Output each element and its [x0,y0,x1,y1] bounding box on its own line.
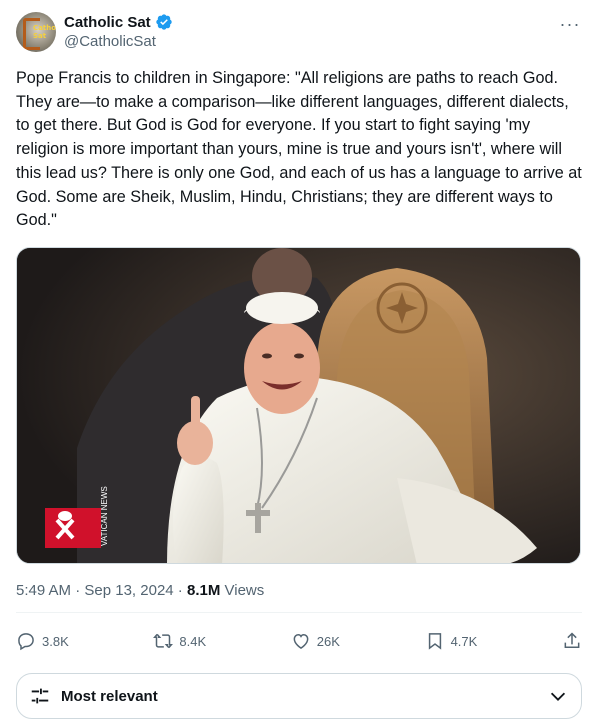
pope-photo: VATICAN NEWS [17,248,580,563]
author-handle[interactable]: @CatholicSat [64,33,156,50]
chevron-down-icon [550,692,566,701]
reply-sort-selector[interactable]: Most relevant [16,673,582,719]
more-options-icon[interactable]: ··· [558,12,582,36]
divider-top [16,612,582,613]
sliders-icon [31,688,49,704]
tweet-date[interactable]: Sep 13, 2024 [84,582,173,599]
heart-icon [293,633,309,649]
tweet-time[interactable]: 5:49 AM [16,582,71,599]
avatar[interactable]: Catholic Sat [16,12,56,52]
repost-button[interactable]: 8.4K [153,631,206,651]
author-display-name[interactable]: Catholic Sat [64,14,151,31]
verified-badge-icon[interactable] [155,13,173,31]
tweet-header: Catholic Sat Catholic Sat @CatholicSat ·… [16,10,582,54]
vatican-news-watermark: VATICAN NEWS [100,486,109,546]
reply-button[interactable]: 3.8K [16,631,69,651]
like-button[interactable]: 26K [291,631,340,651]
avatar-logo-text: Catholic Sat [33,24,56,40]
share-button[interactable] [562,631,582,651]
author-name-row: Catholic Sat [64,13,173,31]
repost-icon [153,633,174,649]
repost-count: 8.4K [179,633,207,649]
sort-label: Most relevant [61,687,158,705]
views-label: Views [220,582,265,599]
tweet-meta: 5:49 AM · Sep 13, 2024 · 8.1M Views [16,582,264,599]
tweet-text: Pope Francis to children in Singapore: "… [16,69,587,230]
bookmark-count: 4.7K [450,633,478,649]
reply-count: 3.8K [42,633,69,649]
reply-icon [18,633,34,651]
share-icon [564,632,580,648]
bookmark-button[interactable]: 4.7K [425,631,478,651]
bookmark-icon [428,633,441,650]
views-count: 8.1M [186,582,221,599]
tweet-actions: 3.8K 8.4K 26K 4.7K [16,625,582,657]
like-count: 26K [316,633,340,649]
tweet-media-image[interactable]: VATICAN NEWS [16,247,581,564]
meta-separator: · [71,582,85,599]
meta-separator-2: · [173,582,187,599]
